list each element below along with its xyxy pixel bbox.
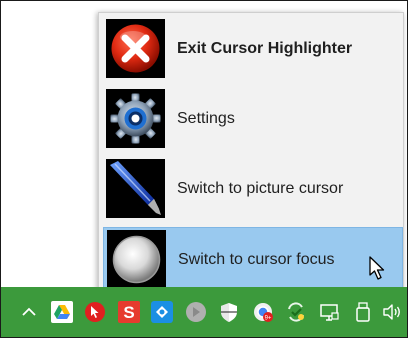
menu-item-label: Switch to cursor focus (178, 251, 335, 268)
volume-icon[interactable] (382, 301, 404, 323)
menu-item-label: Exit Cursor Highlighter (177, 40, 353, 57)
svg-text:9+: 9+ (265, 316, 272, 322)
usb-drive-icon[interactable] (352, 301, 374, 323)
taskbar: S 9+ (0, 287, 408, 338)
menu-item-settings[interactable]: Settings (103, 87, 403, 153)
chrome-badge-icon[interactable]: 9+ (252, 301, 274, 323)
pen-icon (106, 159, 165, 218)
google-drive-icon[interactable] (51, 301, 73, 323)
close-icon (106, 19, 165, 78)
menu-item-picture-cursor[interactable]: Switch to picture cursor (103, 157, 403, 223)
chevron-up-icon[interactable] (18, 301, 40, 323)
sync-check-icon[interactable] (285, 301, 307, 323)
mouse-pointer-icon (369, 256, 387, 287)
cursor-app-icon[interactable] (84, 301, 106, 323)
context-menu: Exit Cursor Highlighter Settings Switch … (98, 12, 404, 293)
teamviewer-icon[interactable] (151, 301, 173, 323)
s-app-icon[interactable]: S (118, 301, 140, 323)
gray-circle-icon[interactable] (185, 301, 207, 323)
focus-circle-icon (107, 230, 166, 289)
menu-item-cursor-focus[interactable]: Switch to cursor focus (103, 227, 403, 293)
menu-item-label: Switch to picture cursor (177, 180, 344, 197)
menu-item-exit[interactable]: Exit Cursor Highlighter (103, 17, 403, 83)
shield-icon[interactable] (218, 301, 240, 323)
menu-item-label: Settings (177, 110, 235, 127)
display-icon[interactable] (318, 301, 340, 323)
svg-text:S: S (123, 303, 134, 322)
gear-icon (106, 89, 165, 148)
